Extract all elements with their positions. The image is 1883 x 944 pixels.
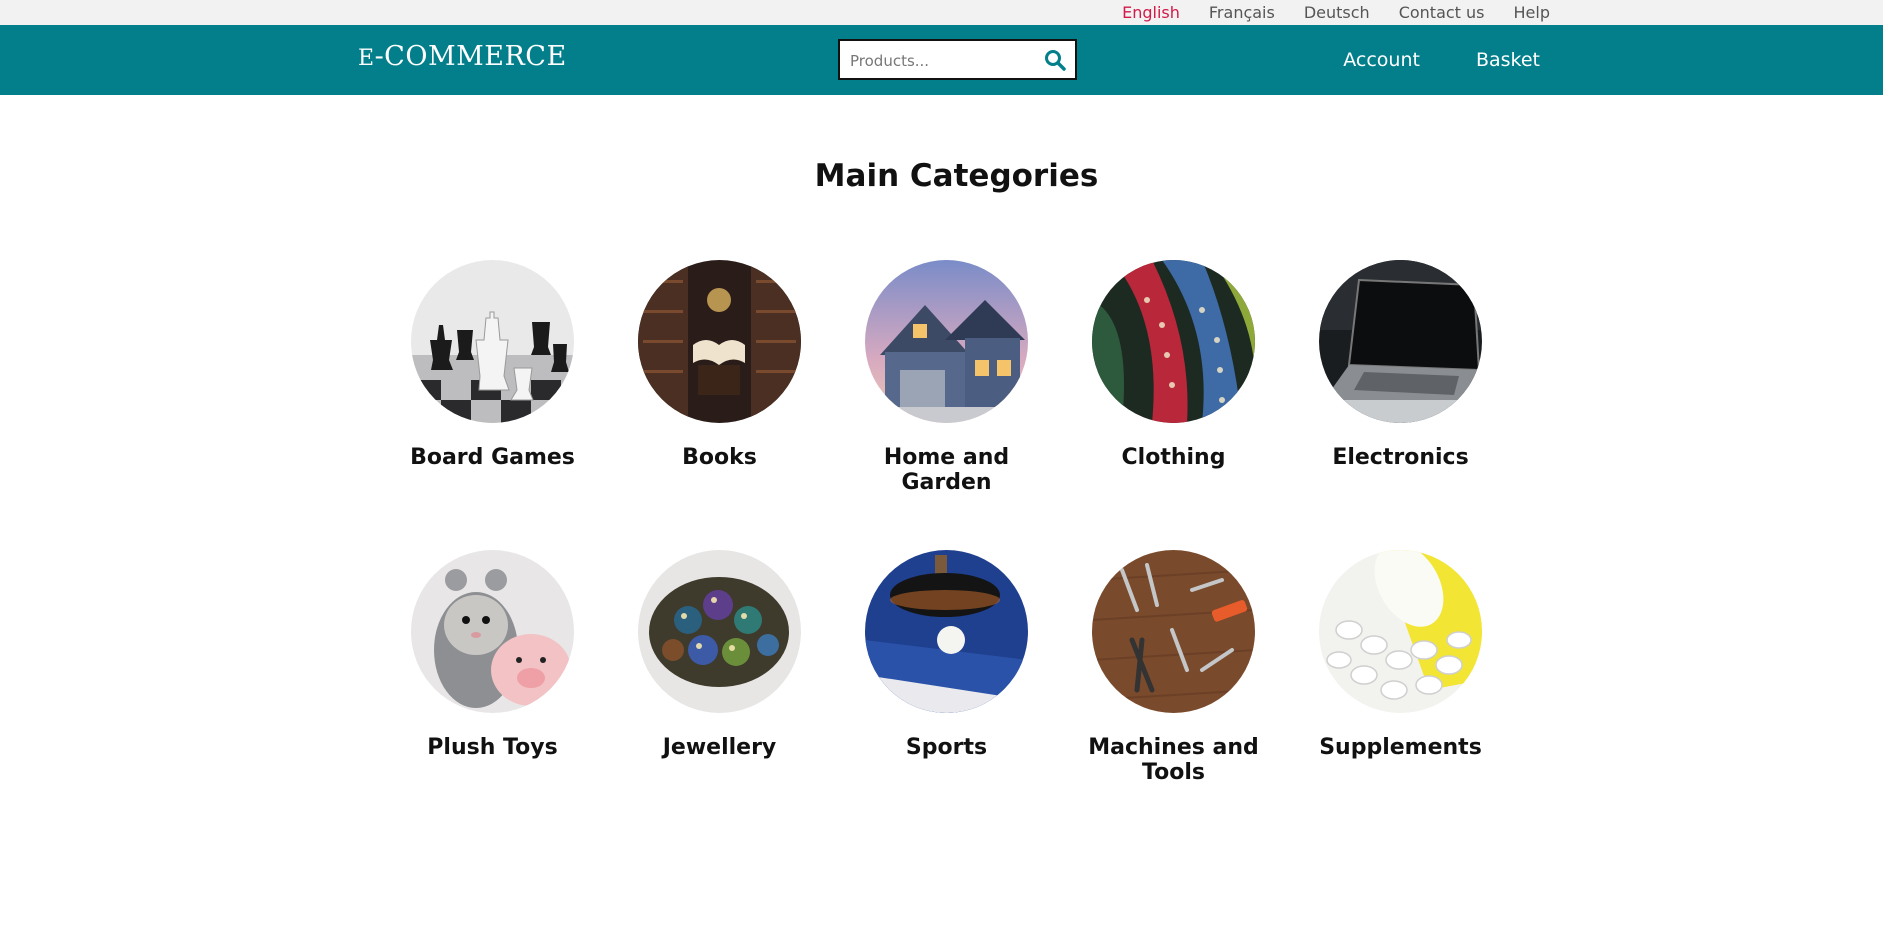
account-link[interactable]: Account	[1343, 49, 1420, 71]
language-deutsch-link[interactable]: Deutsch	[1304, 3, 1370, 22]
basket-link[interactable]: Basket	[1476, 49, 1540, 71]
help-link[interactable]: Help	[1514, 3, 1550, 22]
category-supplements[interactable]: Supplements	[1319, 550, 1482, 840]
category-label: Board Games	[410, 445, 575, 470]
contact-us-link[interactable]: Contact us	[1399, 3, 1485, 22]
laptop-image	[1319, 260, 1482, 423]
top-utility-bar: English Français Deutsch Contact us Help	[0, 0, 1883, 25]
page-title: Main Categories	[814, 158, 1099, 194]
search-box	[838, 39, 1077, 80]
category-label: Clothing	[1121, 445, 1226, 470]
gemstones-image	[638, 550, 801, 713]
pills-image	[1319, 550, 1482, 713]
tools-image	[1092, 550, 1255, 713]
category-sports[interactable]: Sports	[865, 550, 1028, 840]
ping-pong-image	[865, 550, 1028, 713]
category-label: Books	[682, 445, 757, 470]
category-plush-toys[interactable]: Plush Toys	[411, 550, 574, 840]
category-grid: Board Games Books Home and Garden Clothi…	[410, 260, 1504, 840]
house-image	[865, 260, 1028, 423]
category-label: Machines and Tools	[1088, 735, 1259, 785]
category-machines-and-tools[interactable]: Machines and Tools	[1088, 550, 1259, 840]
search-button[interactable]	[1043, 48, 1067, 72]
category-label: Plush Toys	[427, 735, 558, 760]
language-francais-link[interactable]: Français	[1209, 3, 1275, 22]
plush-hamster-pig-image	[411, 550, 574, 713]
category-electronics[interactable]: Electronics	[1319, 260, 1482, 550]
category-label: Jewellery	[662, 735, 777, 760]
category-books[interactable]: Books	[638, 260, 801, 550]
category-label: Supplements	[1319, 735, 1482, 760]
top-links: English Français Deutsch Contact us Help	[1122, 0, 1550, 25]
category-label: Sports	[905, 735, 988, 760]
category-label: Home and Garden	[883, 445, 1010, 495]
category-clothing[interactable]: Clothing	[1092, 260, 1255, 550]
site-header: E-COMMERCE Account Basket	[0, 25, 1883, 95]
header-nav: Account Basket	[1343, 25, 1540, 95]
site-logo[interactable]: E-COMMERCE	[358, 41, 567, 72]
category-board-games[interactable]: Board Games	[410, 260, 575, 550]
category-home-and-garden[interactable]: Home and Garden	[865, 260, 1028, 550]
ties-image	[1092, 260, 1255, 423]
category-jewellery[interactable]: Jewellery	[638, 550, 801, 840]
language-english-link[interactable]: English	[1122, 3, 1180, 22]
search-icon	[1045, 50, 1066, 71]
category-label: Electronics	[1332, 445, 1469, 470]
chess-pieces-image	[411, 260, 574, 423]
library-open-book-image	[638, 260, 801, 423]
search-input[interactable]	[848, 41, 1037, 80]
